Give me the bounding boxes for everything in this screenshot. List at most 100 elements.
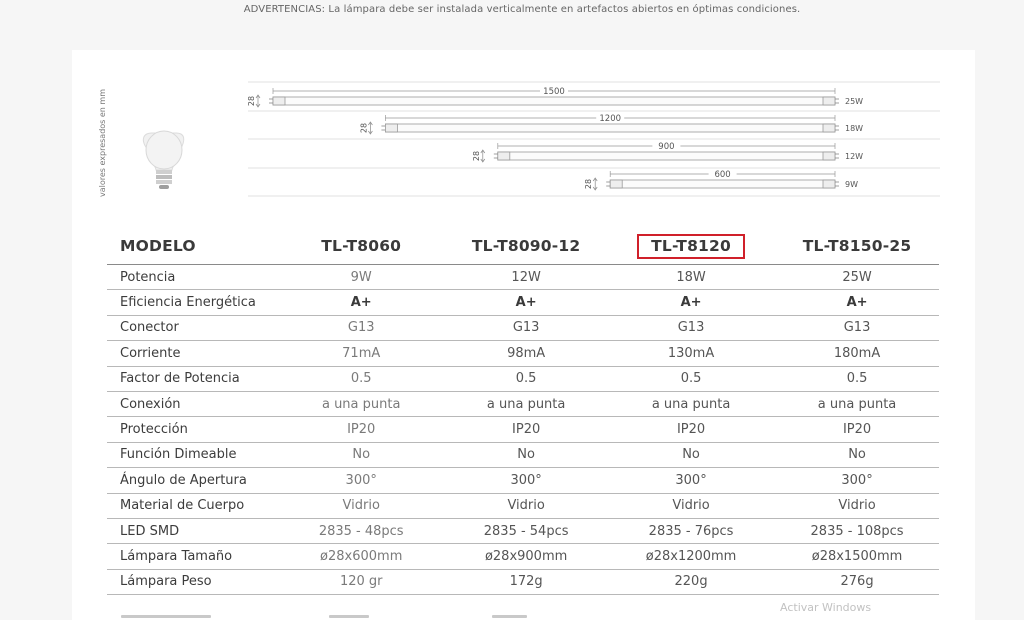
spec-cell: 300° <box>445 467 608 494</box>
spec-cell: a una punta <box>277 391 446 418</box>
spec-cell: 2835 - 108pcs <box>775 518 939 545</box>
spec-cell: IP20 <box>445 416 608 443</box>
tube-diameter-label: 28 <box>247 96 256 106</box>
table-header-row: MODELO TL-T8060 TL-T8090-12 TL-T8120 TL-… <box>107 228 939 265</box>
windows-activation-watermark: Activar Windows <box>780 601 872 614</box>
row-label: Factor de Potencia <box>107 366 278 392</box>
spec-cell: IP20 <box>607 416 776 443</box>
spec-cell: 0.5 <box>775 366 939 392</box>
table-row: Conector G13 G13 G13 G13 <box>107 315 939 342</box>
row-label: Potencia <box>107 264 278 291</box>
spec-cell: G13 <box>607 315 776 342</box>
tube-watt-label: 9W <box>845 180 858 189</box>
spec-cell: ø28x600mm <box>277 543 446 570</box>
tube-1500: 1500 28 25W <box>247 86 863 108</box>
tube-length-label: 1500 <box>543 87 565 97</box>
highlighted-model-name: TL-T8120 <box>637 233 746 259</box>
spec-cell: ø28x1200mm <box>607 543 776 570</box>
spec-cell: a una punta <box>445 391 608 418</box>
units-side-label: valores expresados en mm <box>98 88 107 197</box>
row-label: Conector <box>107 315 278 342</box>
row-label: Eficiencia Energética <box>107 289 278 316</box>
table-row: Protección IP20 IP20 IP20 IP20 <box>107 416 939 443</box>
spec-cell: ø28x900mm <box>445 543 608 570</box>
tube-diameter-label: 28 <box>584 179 593 189</box>
spec-cell: A+ <box>445 289 608 316</box>
spec-cell: No <box>277 442 446 469</box>
table-row: LED SMD 2835 - 48pcs 2835 - 54pcs 2835 - 76… <box>107 518 939 545</box>
spec-cell: Vidrio <box>277 493 446 519</box>
spec-cell: Vidrio <box>775 493 939 519</box>
bulb-icon <box>142 130 185 189</box>
spec-cell: 9W <box>277 264 446 291</box>
spec-cell: 172g <box>445 569 608 596</box>
tube-900: 900 28 12W <box>472 141 863 163</box>
spec-cell: Vidrio <box>607 493 776 519</box>
spec-cell: 2835 - 76pcs <box>607 518 776 545</box>
model-name: TL-T8150-25 <box>802 237 912 255</box>
tube-length-label: 600 <box>714 170 730 180</box>
spec-cell: 300° <box>775 467 939 494</box>
spec-cell: 120 gr <box>277 569 446 596</box>
tube-length-label: 900 <box>658 142 674 152</box>
spec-cell: 300° <box>277 467 446 494</box>
tube-watt-label: 18W <box>845 124 863 133</box>
spec-cell: 0.5 <box>607 366 776 392</box>
spec-cell: IP20 <box>775 416 939 443</box>
table-row: Lámpara Tamaño ø28x600mm ø28x900mm ø28x1200… <box>107 543 939 570</box>
row-label: Conexión <box>107 391 278 418</box>
model-name: TL-T8060 <box>321 237 402 255</box>
spec-cell: a una punta <box>775 391 939 418</box>
spec-cell: G13 <box>775 315 939 342</box>
tube-1200: 1200 28 18W <box>359 113 863 135</box>
spec-cell: 2835 - 48pcs <box>277 518 446 545</box>
spec-cell: 71mA <box>277 340 446 367</box>
tube-diameter-label: 28 <box>472 151 481 161</box>
tube-diameter-label: 28 <box>359 123 368 133</box>
spec-cell: 18W <box>607 264 776 291</box>
table-row: Potencia 9W 12W 18W 25W <box>107 264 939 291</box>
spec-cell: a una punta <box>607 391 776 418</box>
table-row: Conexión a una punta a una punta a una punt… <box>107 391 939 418</box>
tube-watt-label: 12W <box>845 152 863 161</box>
table-row: Factor de Potencia 0.5 0.5 0.5 0.5 <box>107 366 939 392</box>
spec-cell: G13 <box>445 315 608 342</box>
spec-cell: IP20 <box>277 416 446 443</box>
spec-cell: A+ <box>607 289 776 316</box>
header-label: MODELO <box>107 228 278 265</box>
spec-cell: 130mA <box>607 340 776 367</box>
spec-cell: Vidrio <box>445 493 608 519</box>
spec-cell: 180mA <box>775 340 939 367</box>
tube-dimension-diagram: 1500 28 25W 1200 28 18W 900 28 12W 600 28 9W <box>142 81 940 197</box>
spec-table: MODELO TL-T8060 TL-T8090-12 TL-T8120 TL-… <box>107 228 939 596</box>
spec-cell: 0.5 <box>277 366 446 392</box>
spec-cell: 12W <box>445 264 608 291</box>
row-label: LED SMD <box>107 518 278 545</box>
row-label: Lámpara Peso <box>107 569 278 596</box>
tube-600: 600 28 9W <box>584 169 858 191</box>
spec-cell: 300° <box>607 467 776 494</box>
spec-cell: ø28x1500mm <box>775 543 939 570</box>
row-label: Material de Cuerpo <box>107 493 278 519</box>
model-header: TL-T8150-25 <box>775 228 939 265</box>
row-label: Ángulo de Apertura <box>107 467 278 494</box>
spec-cell: 0.5 <box>445 366 608 392</box>
table-row: Función Dimeable No No No No <box>107 442 939 469</box>
table-row: Corriente 71mA 98mA 130mA 180mA <box>107 340 939 367</box>
table-row: Material de Cuerpo Vidrio Vidrio Vidrio Vidr… <box>107 493 939 519</box>
spec-cell: 276g <box>775 569 939 596</box>
spec-cell: 220g <box>607 569 776 596</box>
spec-cell: No <box>445 442 608 469</box>
spec-cell: No <box>775 442 939 469</box>
spec-cell: G13 <box>277 315 446 342</box>
row-label: Función Dimeable <box>107 442 278 469</box>
model-name: TL-T8090-12 <box>471 237 581 255</box>
row-label: Protección <box>107 416 278 443</box>
row-label: Corriente <box>107 340 278 367</box>
tube-watt-label: 25W <box>845 97 863 106</box>
model-header: TL-T8060 <box>277 228 446 265</box>
table-row: Ángulo de Apertura 300° 300° 300° 300° <box>107 467 939 494</box>
tube-length-label: 1200 <box>599 114 621 124</box>
table-row: Lámpara Peso 120 gr 172g 220g 276g <box>107 569 939 596</box>
spec-cell: No <box>607 442 776 469</box>
